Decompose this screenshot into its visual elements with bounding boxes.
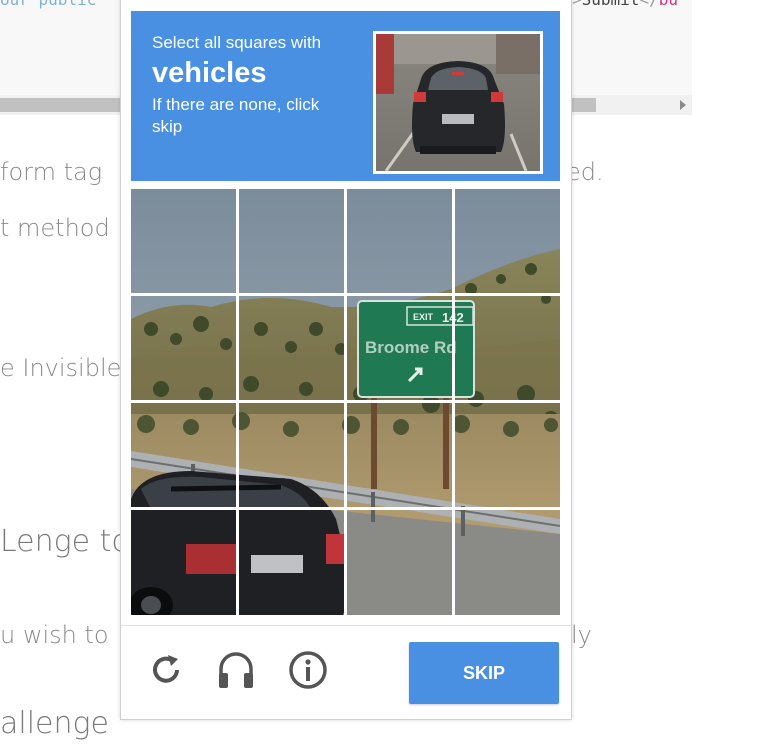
grid-tile-1-4[interactable] — [455, 189, 560, 293]
image-grid: EXIT 142 Broome Rd — [131, 189, 560, 615]
grid-tile-2-1[interactable] — [131, 296, 236, 400]
instruction-suffix: If there are none, click skip — [152, 95, 320, 136]
challenge-header: Select all squares with vehicles If ther… — [131, 11, 560, 181]
instruction-prefix: Select all squares with — [152, 33, 322, 52]
target-object: vehicles — [152, 57, 267, 89]
grid-tile-1-2[interactable] — [239, 189, 344, 293]
info-icon[interactable] — [287, 649, 329, 691]
grid-tile-3-2[interactable] — [239, 403, 344, 507]
grid-tile-4-1[interactable] — [131, 510, 236, 615]
code-text-left: our public — [0, 0, 96, 9]
doc-heading: allenge — [0, 706, 109, 741]
doc-text-line: t method — [0, 214, 110, 242]
grid-tile-1-3[interactable] — [347, 189, 452, 293]
grid-tile-4-3[interactable] — [347, 510, 452, 615]
doc-text-line-right: ly — [571, 621, 592, 649]
grid-tile-3-3[interactable] — [347, 403, 452, 507]
doc-text-line: e Invisible — [0, 354, 122, 382]
footer-divider — [121, 625, 571, 626]
reload-icon[interactable] — [145, 649, 187, 691]
grid-tile-4-4[interactable] — [455, 510, 560, 615]
doc-heading: Lenge to — [0, 524, 130, 559]
grid-tile-2-4[interactable] — [455, 296, 560, 400]
code-text-right: >Submit</bu — [572, 0, 678, 9]
grid-tile-2-2[interactable] — [239, 296, 344, 400]
grid-tile-3-1[interactable] — [131, 403, 236, 507]
grid-tile-1-1[interactable] — [131, 189, 236, 293]
scroll-right-arrow-icon[interactable] — [680, 100, 686, 110]
skip-button[interactable]: SKIP — [409, 642, 559, 704]
recaptcha-challenge: Select all squares with vehicles If ther… — [120, 0, 572, 720]
doc-text-line: u wish to — [0, 621, 109, 649]
sample-image — [373, 31, 543, 174]
grid-tile-3-4[interactable] — [455, 403, 560, 507]
audio-icon[interactable] — [215, 649, 257, 691]
doc-text-line: form tag — [0, 158, 103, 186]
grid-tile-4-2[interactable] — [239, 510, 344, 615]
grid-tile-2-3[interactable] — [347, 296, 452, 400]
